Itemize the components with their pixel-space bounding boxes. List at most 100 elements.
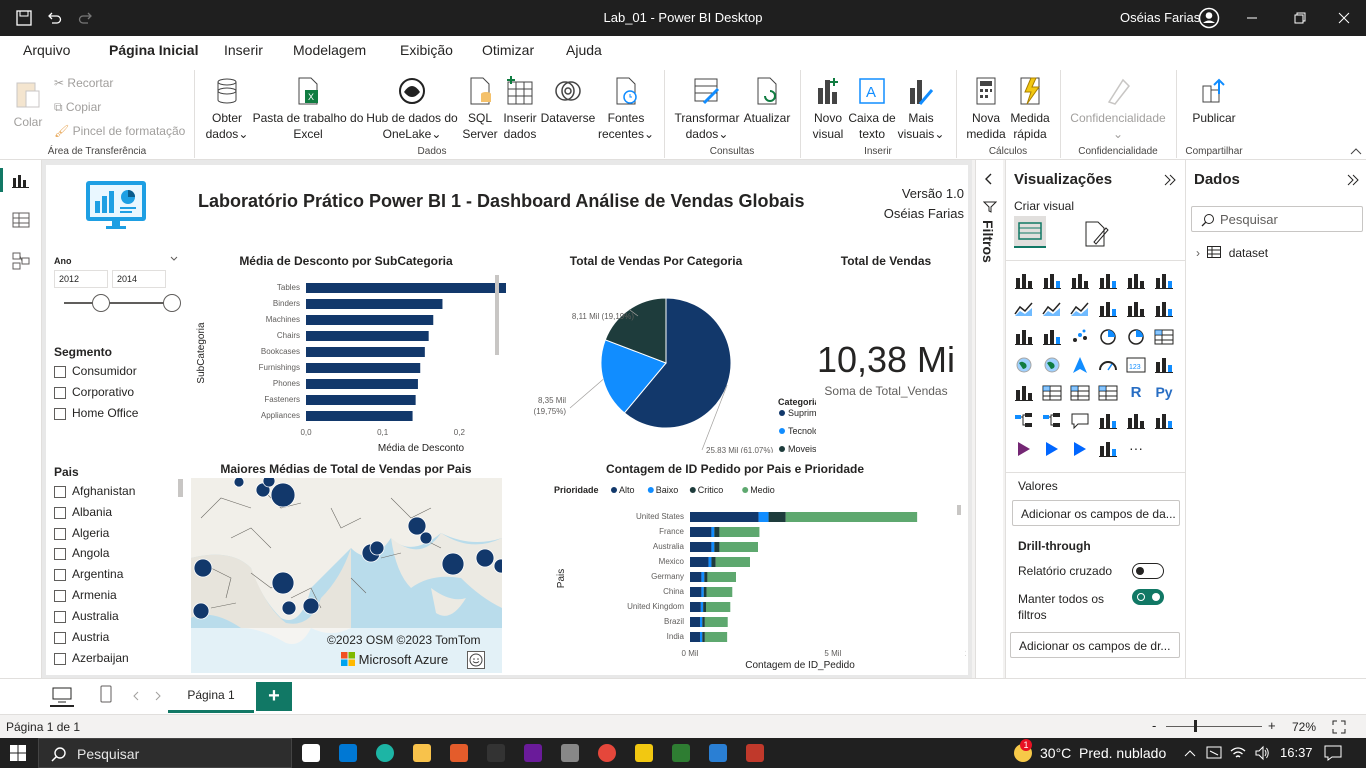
pais-item[interactable]: Algeria [54,526,109,540]
bar[interactable] [306,411,413,421]
table-icon[interactable] [1070,384,1090,402]
drill-through-well[interactable]: Adicionar os campos de dr... [1010,632,1180,658]
dataverse-button[interactable]: Dataverse [540,76,596,126]
kpi-icon[interactable] [1014,384,1034,402]
medida-rapida-button[interactable]: Medida rápida [1008,76,1052,142]
recortar-button[interactable]: ✂ Recortar [54,75,113,91]
mobile-layout-icon[interactable] [100,685,112,703]
bar[interactable] [306,331,429,341]
bar-segment[interactable] [714,527,720,537]
keep-filters-toggle[interactable] [1132,589,1164,605]
collapse-ribbon-icon[interactable] [1350,146,1362,156]
checkbox[interactable] [54,365,66,378]
bar-segment[interactable] [690,602,701,612]
map-bubble[interactable] [419,531,433,545]
waterfall-icon[interactable] [1014,328,1034,346]
pais-item[interactable]: Albania [54,505,112,519]
matrix-icon[interactable] [1098,384,1118,402]
bar[interactable] [306,299,443,309]
menu-otimizar[interactable]: Otimizar [482,42,534,58]
ribbon-chart-icon[interactable] [1154,300,1174,318]
clock[interactable]: 16:37 [1280,745,1313,760]
qa-icon[interactable] [1070,412,1090,430]
app-icon[interactable] [450,744,468,762]
map-bubble[interactable] [441,552,465,576]
area-chart-icon[interactable] [1042,300,1062,318]
bar-segment[interactable] [690,617,700,627]
bar[interactable] [306,283,506,293]
bar-segment[interactable] [711,527,715,537]
stacked-column-icon[interactable] [1042,272,1062,290]
bar-segment[interactable] [690,527,712,537]
map-bubble[interactable] [193,558,213,578]
bar-segment[interactable] [701,587,704,597]
filters-pane-collapsed[interactable]: Filtros [975,160,1003,678]
bar-segment[interactable] [704,617,728,627]
chevron-down-icon[interactable] [170,256,178,262]
menu-pagina-inicial[interactable]: Página Inicial [109,42,199,67]
atualizar-button[interactable]: Atualizar [742,76,792,126]
fit-page-icon[interactable] [1332,720,1346,734]
bar-segment[interactable] [690,572,702,582]
mais-visuais-button[interactable]: Mais visuais⌄ [896,76,946,142]
map-bubble[interactable] [192,602,210,620]
vscode-icon[interactable] [709,744,727,762]
user-avatar-icon[interactable] [1198,7,1220,29]
bar[interactable] [306,395,416,405]
checkbox[interactable] [54,386,66,399]
map-bubble[interactable] [270,482,296,508]
ellipsis-icon[interactable]: ··· [1126,440,1146,458]
bar-segment[interactable] [711,542,715,552]
store-icon[interactable] [339,744,357,762]
bar-segment[interactable] [703,602,706,612]
notifications-icon[interactable] [1324,745,1342,761]
key-influencers-icon[interactable] [1014,412,1034,430]
arcgis-icon[interactable] [1070,440,1090,458]
ano-from-input[interactable]: 2012 [54,270,108,288]
save-icon[interactable] [16,10,32,26]
gauge-icon[interactable] [1098,356,1118,374]
close-icon[interactable] [1338,12,1350,24]
bar-segment[interactable] [690,632,700,642]
power-bi-icon[interactable] [635,744,653,762]
power-apps-icon[interactable] [1014,440,1034,458]
bar[interactable] [306,379,418,389]
dados-search-box[interactable]: Pesquisar [1191,206,1363,232]
build-visual-tab[interactable] [1014,216,1046,248]
map-visual[interactable]: ©2023 OSM ©2023 TomTom Microsoft Azure [191,478,502,673]
bar[interactable] [306,315,434,325]
donut-icon[interactable] [1126,328,1146,346]
pais-item[interactable]: Angola [54,546,109,560]
smart-narrative-icon[interactable] [1098,412,1118,430]
ano-slider-handle-start[interactable] [92,294,110,312]
card-icon[interactable]: 123 [1126,356,1146,374]
r-visual-icon[interactable]: R [1126,384,1146,402]
scatter-icon[interactable] [1070,328,1090,346]
line-chart-icon[interactable] [1014,300,1034,318]
filled-map-icon[interactable] [1042,356,1062,374]
zoom-slider-track[interactable] [1166,726,1262,727]
windows-start-icon[interactable] [10,745,26,761]
line-clustered-icon[interactable] [1126,300,1146,318]
bar-segment[interactable] [690,557,709,567]
bar-segment[interactable] [715,557,750,567]
restore-icon[interactable] [1294,12,1306,24]
bar-segment[interactable] [690,542,712,552]
pincel-button[interactable]: 🖌 Pincel de formatação [54,123,185,139]
decomposition-tree-icon[interactable] [1042,412,1062,430]
menu-arquivo[interactable]: Arquivo [23,42,70,58]
checkbox[interactable] [54,589,66,602]
prev-page-icon[interactable] [132,691,140,701]
pie-icon[interactable] [1098,328,1118,346]
checkbox[interactable] [54,506,66,519]
cross-report-toggle[interactable] [1132,563,1164,579]
redo-icon[interactable] [78,10,94,26]
menu-exibicao[interactable]: Exibição [400,42,453,58]
sql-server-button[interactable]: SQL Server [462,76,498,142]
power-automate-icon[interactable] [1042,440,1062,458]
pais-item[interactable]: Austria [54,630,109,644]
power-bi-desktop-icon[interactable] [746,744,764,762]
menu-inserir[interactable]: Inserir [224,42,263,58]
terminal-icon[interactable] [487,744,505,762]
segmento-item[interactable]: Corporativo [54,385,134,399]
